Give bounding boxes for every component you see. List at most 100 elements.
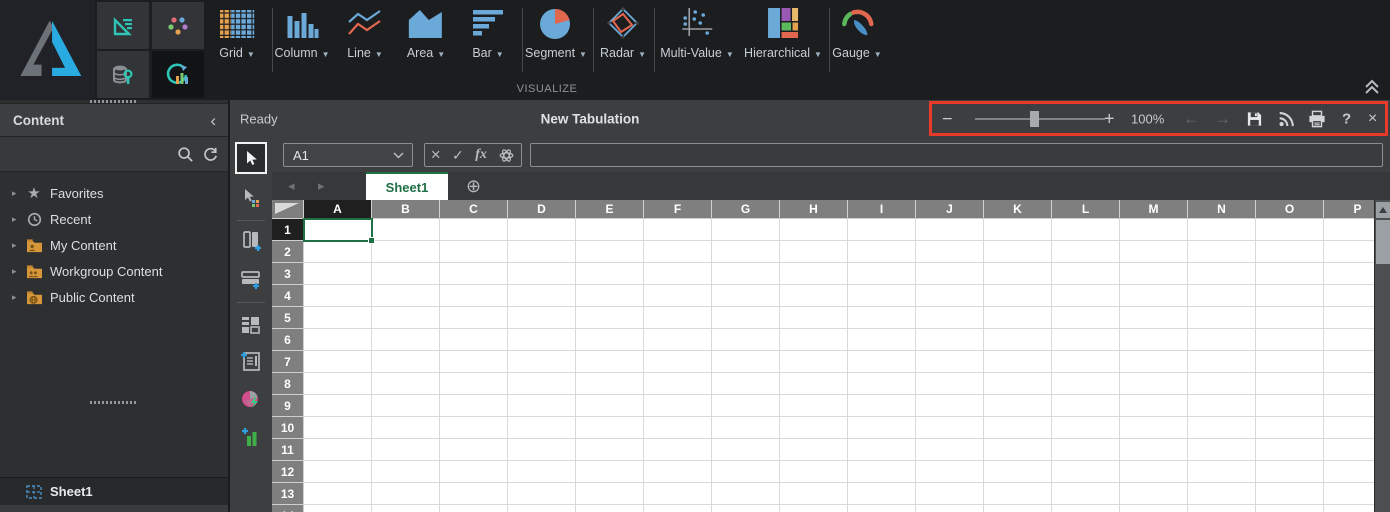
cell-P14[interactable]: [1324, 505, 1374, 512]
cell-K13[interactable]: [984, 483, 1052, 505]
cell-P11[interactable]: [1324, 439, 1374, 461]
row-header-10[interactable]: 10: [272, 417, 304, 439]
redo-button[interactable]: →: [1214, 109, 1231, 129]
column-header-M[interactable]: M: [1120, 200, 1188, 219]
cell-B13[interactable]: [372, 483, 440, 505]
feed-button[interactable]: [1278, 111, 1295, 128]
cell-J10[interactable]: [916, 417, 984, 439]
cell-N4[interactable]: [1188, 285, 1256, 307]
cell-I9[interactable]: [848, 395, 916, 417]
cell-F10[interactable]: [644, 417, 712, 439]
tab-sheet1[interactable]: Sheet1: [366, 172, 448, 200]
cell-M6[interactable]: [1120, 329, 1188, 351]
cell-B2[interactable]: [372, 241, 440, 263]
cell-D3[interactable]: [508, 263, 576, 285]
cell-J7[interactable]: [916, 351, 984, 373]
cell-N14[interactable]: [1188, 505, 1256, 512]
cell-G8[interactable]: [712, 373, 780, 395]
cell-M4[interactable]: [1120, 285, 1188, 307]
cell-G7[interactable]: [712, 351, 780, 373]
column-header-N[interactable]: N: [1188, 200, 1256, 219]
cell-C13[interactable]: [440, 483, 508, 505]
cell-D10[interactable]: [508, 417, 576, 439]
column-header-C[interactable]: C: [440, 200, 508, 219]
cell-I11[interactable]: [848, 439, 916, 461]
cell-B11[interactable]: [372, 439, 440, 461]
cell-D6[interactable]: [508, 329, 576, 351]
cell-K14[interactable]: [984, 505, 1052, 512]
hierarchical-chart-button[interactable]: Hierarchical▼: [744, 2, 822, 74]
cell-P12[interactable]: [1324, 461, 1374, 483]
cell-N2[interactable]: [1188, 241, 1256, 263]
cell-E5[interactable]: [576, 307, 644, 329]
next-sheet-button[interactable]: ▸: [318, 178, 325, 194]
cell-J9[interactable]: [916, 395, 984, 417]
cell-P1[interactable]: [1324, 219, 1374, 241]
cell-H2[interactable]: [780, 241, 848, 263]
cell-F2[interactable]: [644, 241, 712, 263]
cell-E8[interactable]: [576, 373, 644, 395]
cell-B12[interactable]: [372, 461, 440, 483]
cell-C2[interactable]: [440, 241, 508, 263]
cell-M8[interactable]: [1120, 373, 1188, 395]
cell-K8[interactable]: [984, 373, 1052, 395]
cell-L11[interactable]: [1052, 439, 1120, 461]
cell-H14[interactable]: [780, 505, 848, 512]
expander-icon[interactable]: ▸: [12, 292, 24, 303]
column-header-I[interactable]: I: [848, 200, 916, 219]
cell-H4[interactable]: [780, 285, 848, 307]
cell-L4[interactable]: [1052, 285, 1120, 307]
cell-O12[interactable]: [1256, 461, 1324, 483]
cell-H13[interactable]: [780, 483, 848, 505]
cell-O5[interactable]: [1256, 307, 1324, 329]
cell-J1[interactable]: [916, 219, 984, 241]
cell-P7[interactable]: [1324, 351, 1374, 373]
cell-J8[interactable]: [916, 373, 984, 395]
cell-G11[interactable]: [712, 439, 780, 461]
panel-splitter-handle[interactable]: [90, 401, 138, 404]
cell-N10[interactable]: [1188, 417, 1256, 439]
cell-I10[interactable]: [848, 417, 916, 439]
cell-L5[interactable]: [1052, 307, 1120, 329]
sheet-list-item[interactable]: Sheet1: [0, 477, 228, 505]
cell-M5[interactable]: [1120, 307, 1188, 329]
cell-J2[interactable]: [916, 241, 984, 263]
tree-item-public-content[interactable]: ▸ Public Content: [0, 284, 228, 310]
column-header-J[interactable]: J: [916, 200, 984, 219]
cell-M14[interactable]: [1120, 505, 1188, 512]
cell-A14[interactable]: [304, 505, 372, 512]
cell-D9[interactable]: [508, 395, 576, 417]
cell-A2[interactable]: [304, 241, 372, 263]
cell-H5[interactable]: [780, 307, 848, 329]
cell-D12[interactable]: [508, 461, 576, 483]
cell-N5[interactable]: [1188, 307, 1256, 329]
add-row-tool-button[interactable]: [236, 264, 266, 294]
cell-G3[interactable]: [712, 263, 780, 285]
cell-H8[interactable]: [780, 373, 848, 395]
cell-N11[interactable]: [1188, 439, 1256, 461]
cell-K9[interactable]: [984, 395, 1052, 417]
expander-icon[interactable]: ▸: [12, 240, 24, 251]
cell-F8[interactable]: [644, 373, 712, 395]
cell-A13[interactable]: [304, 483, 372, 505]
cell-I6[interactable]: [848, 329, 916, 351]
help-button[interactable]: ?: [1342, 111, 1351, 128]
add-column-tool-button[interactable]: [236, 226, 266, 256]
cell-L13[interactable]: [1052, 483, 1120, 505]
cell-P10[interactable]: [1324, 417, 1374, 439]
cell-J14[interactable]: [916, 505, 984, 512]
row-header-14[interactable]: 14: [272, 505, 304, 512]
column-header-H[interactable]: H: [780, 200, 848, 219]
cell-N9[interactable]: [1188, 395, 1256, 417]
cell-P3[interactable]: [1324, 263, 1374, 285]
cell-P2[interactable]: [1324, 241, 1374, 263]
ai-assistant-icon[interactable]: [498, 147, 515, 164]
cell-C7[interactable]: [440, 351, 508, 373]
multi-select-tool-button[interactable]: [236, 182, 266, 212]
row-header-9[interactable]: 9: [272, 395, 304, 417]
add-report-tool-button[interactable]: [236, 346, 266, 376]
cell-H10[interactable]: [780, 417, 848, 439]
cell-A1[interactable]: [304, 219, 372, 241]
cell-O2[interactable]: [1256, 241, 1324, 263]
cell-J4[interactable]: [916, 285, 984, 307]
